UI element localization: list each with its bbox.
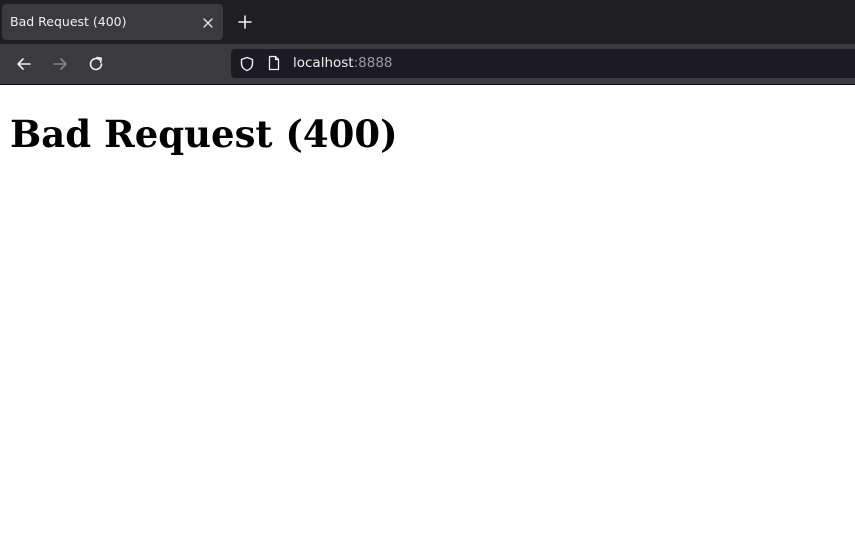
url-port: :8888 [353,55,393,71]
plus-icon[interactable] [234,11,256,33]
browser-window: Bad Request (400) localhost:8888 Bad Req… [0,0,855,535]
close-icon[interactable] [201,15,215,29]
page-content: Bad Request (400) [0,85,855,535]
reload-icon[interactable] [86,54,106,74]
url-host: localhost [293,55,354,71]
tab-title: Bad Request (400) [10,14,127,29]
page-icon[interactable] [267,55,281,71]
arrow-right-icon[interactable] [50,54,70,74]
navigation-toolbar: localhost:8888 [0,44,855,84]
arrow-left-icon[interactable] [14,54,34,74]
url-bar[interactable]: localhost:8888 [231,49,855,78]
tab-active[interactable]: Bad Request (400) [2,4,223,40]
tab-strip: Bad Request (400) [0,0,855,44]
shield-icon[interactable] [239,56,255,72]
page-title: Bad Request (400) [10,112,398,156]
url-text[interactable]: localhost:8888 [293,49,393,78]
